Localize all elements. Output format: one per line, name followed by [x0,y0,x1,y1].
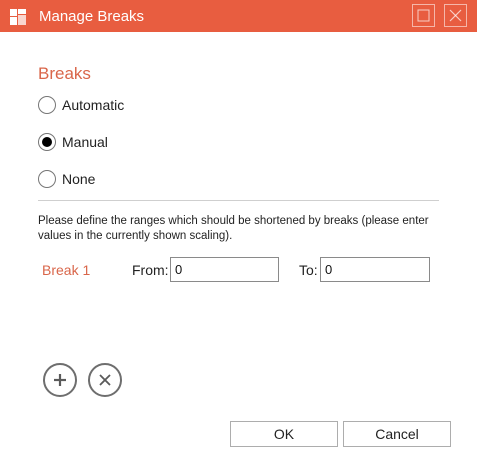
window-title: Manage Breaks [39,8,145,25]
radio-manual-label: Manual [62,134,108,150]
radio-automatic-circle[interactable] [38,96,56,114]
radio-none-circle[interactable] [38,170,56,188]
section-divider [38,200,439,201]
to-input[interactable] [320,257,430,282]
instructions-text: Please define the ranges which should be… [38,215,429,242]
radio-automatic-label: Automatic [62,97,125,113]
x-icon [99,374,111,386]
break-1-label: Break 1 [42,262,91,278]
ok-button[interactable]: OK [230,421,338,447]
from-input[interactable] [170,257,279,282]
app-icon [10,9,26,25]
manage-breaks-dialog: Manage Breaks Breaks Automatic Manual No… [0,0,477,454]
title-bar: Manage Breaks [0,0,477,32]
cancel-button[interactable]: Cancel [343,421,451,447]
close-icon [449,9,462,22]
add-break-button[interactable] [43,363,77,397]
maximize-icon [417,9,430,22]
maximize-button[interactable] [412,4,435,27]
breaks-section-title: Breaks [38,64,91,83]
radio-none-label: None [62,171,96,187]
radio-manual-circle[interactable] [38,133,56,151]
plus-icon [54,374,66,386]
to-label: To: [299,262,318,278]
close-button[interactable] [444,4,467,27]
from-label: From: [132,262,169,278]
remove-break-button[interactable] [88,363,122,397]
